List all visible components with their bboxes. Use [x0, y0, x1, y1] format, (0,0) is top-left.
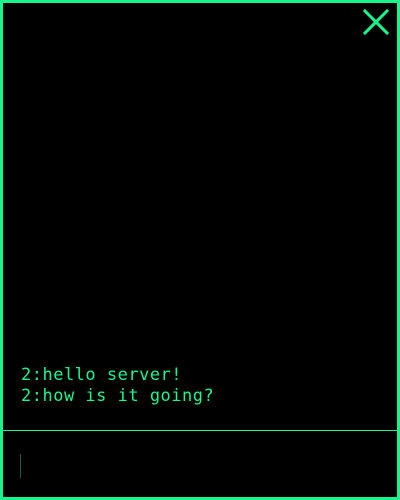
chat-message: 2:hello server!	[21, 365, 183, 385]
close-icon	[362, 8, 390, 36]
chat-window: 2:hello server! 2:how is it going?	[0, 0, 400, 500]
chat-input[interactable]	[19, 451, 381, 479]
chat-message: 2:how is it going?	[21, 386, 215, 406]
close-button[interactable]	[361, 7, 391, 37]
input-area	[3, 431, 397, 497]
message-log: 2:hello server! 2:how is it going?	[21, 366, 379, 406]
